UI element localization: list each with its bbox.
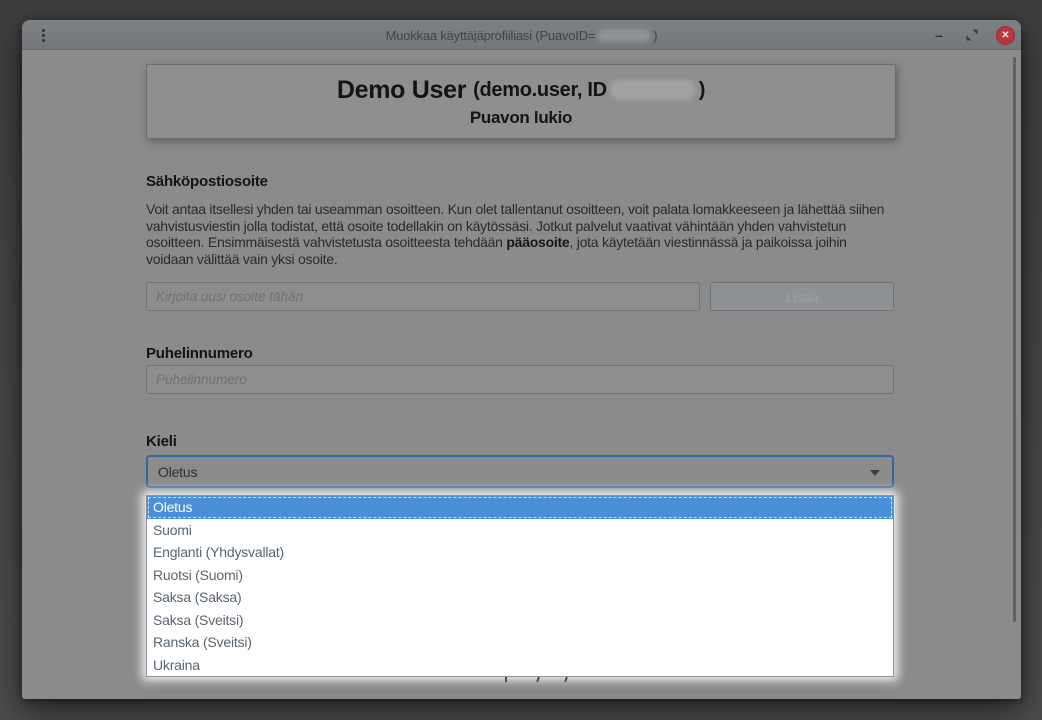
- profile-header-card: Demo User (demo.user, ID ) Puavon lukio: [146, 64, 896, 139]
- redacted-user-id: [610, 80, 696, 100]
- restore-icon[interactable]: [963, 26, 981, 44]
- titlebar: Muokkaa käyttäjäprofiiliasi (PuavoID= ) …: [22, 20, 1021, 50]
- phone-number-input[interactable]: [146, 365, 894, 394]
- user-meta-suffix: ): [699, 79, 705, 102]
- chevron-down-icon: [870, 470, 880, 476]
- window-title-text: Muokkaa käyttäjäprofiiliasi (PuavoID=: [386, 28, 596, 43]
- window-controls: – ✕: [930, 20, 1015, 50]
- redacted-puavo-id: [597, 29, 651, 42]
- language-option[interactable]: Suomi: [147, 519, 893, 542]
- language-option[interactable]: Saksa (Saksa): [147, 586, 893, 609]
- email-description: Voit antaa itsellesi yhden tai useamman …: [146, 201, 896, 267]
- user-meta: (demo.user, ID: [473, 79, 607, 102]
- scrollbar-thumb[interactable]: [1013, 57, 1016, 622]
- language-option[interactable]: Ukraina: [147, 654, 893, 677]
- close-button[interactable]: ✕: [996, 26, 1015, 45]
- user-display-name: Demo User: [337, 76, 466, 105]
- clipped-text-remnant: [481, 677, 581, 683]
- add-email-button[interactable]: Lisää: [710, 282, 894, 311]
- language-option[interactable]: Oletus: [147, 496, 893, 519]
- language-select[interactable]: Oletus: [146, 455, 894, 488]
- email-description-bold: pääosoite: [506, 234, 569, 250]
- window-title: Muokkaa käyttäjäprofiiliasi (PuavoID= ): [22, 20, 1021, 50]
- minimize-button[interactable]: –: [930, 20, 948, 50]
- language-section-heading: Kieli: [146, 433, 177, 450]
- language-option[interactable]: Ranska (Sveitsi): [147, 631, 893, 654]
- profile-editor-window: Muokkaa käyttäjäprofiiliasi (PuavoID= ) …: [22, 20, 1021, 699]
- email-section-heading: Sähköpostiosoite: [146, 173, 268, 190]
- language-dropdown-list: Oletus Suomi Englanti (Yhdysvallat) Ruot…: [146, 495, 894, 677]
- language-select-value: Oletus: [158, 464, 197, 480]
- phone-section-heading: Puhelinnumero: [146, 345, 253, 362]
- language-option[interactable]: Ruotsi (Suomi): [147, 564, 893, 587]
- profile-title: Demo User (demo.user, ID ): [337, 76, 705, 105]
- language-option[interactable]: Saksa (Sveitsi): [147, 609, 893, 632]
- window-title-suffix: ): [653, 28, 657, 43]
- close-icon: ✕: [1001, 30, 1009, 41]
- new-email-input[interactable]: [146, 282, 700, 311]
- school-name: Puavon lukio: [470, 108, 572, 128]
- language-option[interactable]: Englanti (Yhdysvallat): [147, 541, 893, 564]
- page-content: Demo User (demo.user, ID ) Puavon lukio …: [22, 50, 1021, 699]
